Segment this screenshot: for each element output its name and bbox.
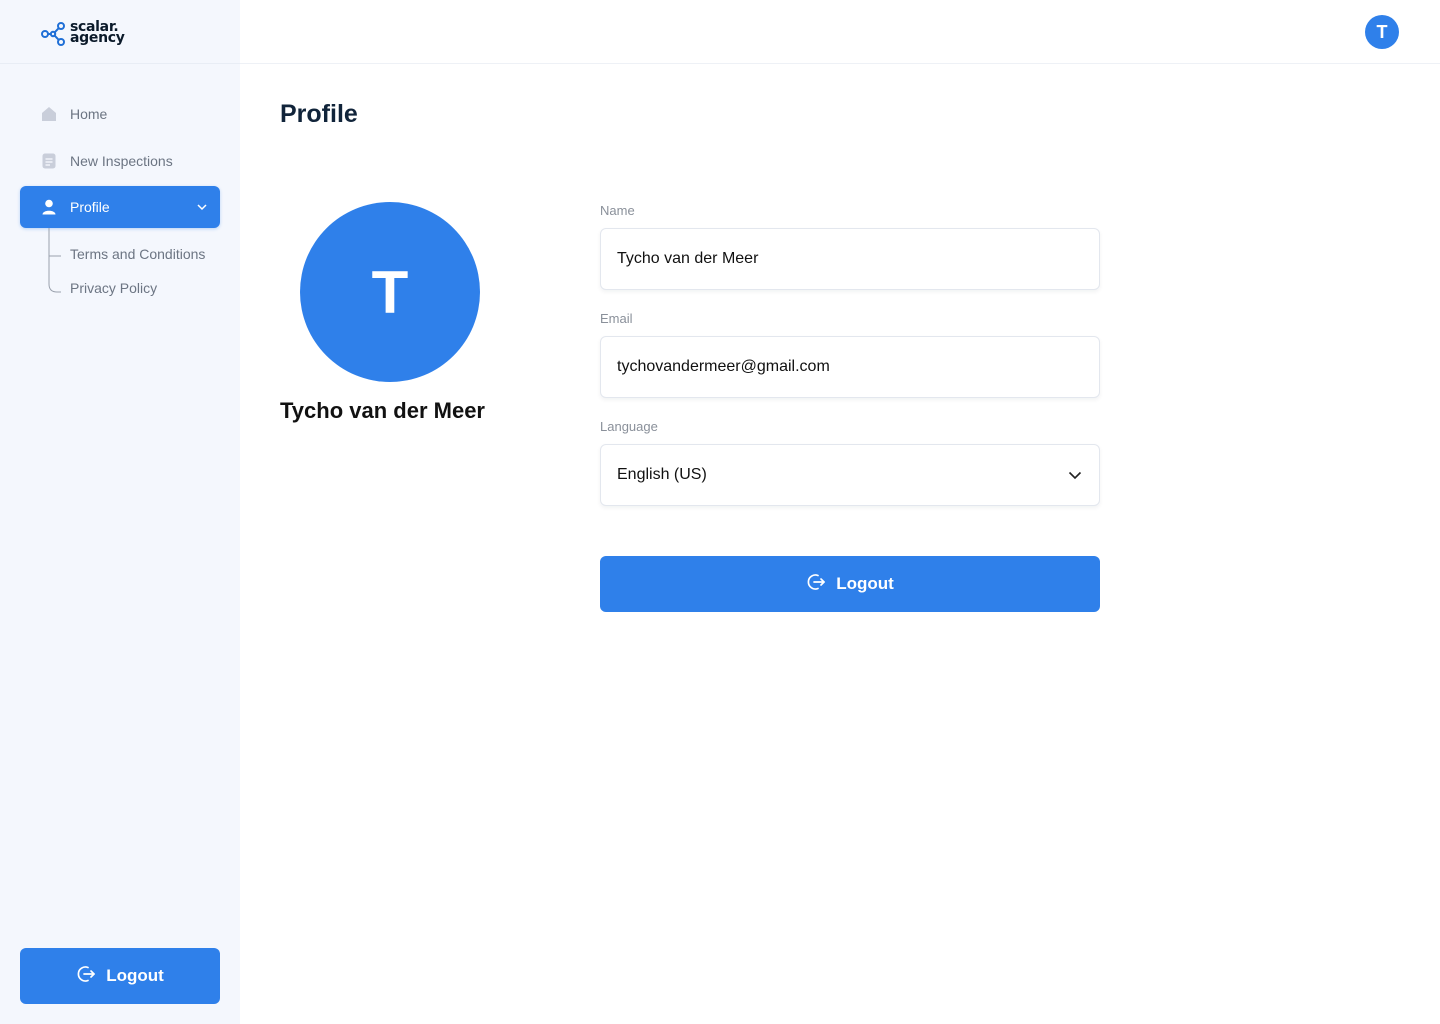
language-label: Language bbox=[600, 419, 658, 434]
logout-button-label: Logout bbox=[836, 574, 894, 593]
brand-line-2: agency bbox=[70, 30, 125, 46]
sidebar-logout-label: Logout bbox=[106, 966, 164, 985]
chevron-down-icon bbox=[1067, 467, 1083, 488]
sidebar-item-new-inspections[interactable]: New Inspections bbox=[20, 140, 220, 182]
sidebar-logout-button[interactable]: Logout bbox=[20, 948, 220, 1004]
profile-avatar: T bbox=[300, 202, 480, 382]
brand-logo[interactable]: scalar. agency bbox=[40, 18, 125, 48]
chevron-down-icon bbox=[196, 200, 208, 218]
profile-user-name: Tycho van der Meer bbox=[280, 398, 485, 423]
name-label: Name bbox=[600, 203, 635, 218]
top-bar: T bbox=[240, 0, 1440, 64]
language-select-value: English (US) bbox=[617, 466, 707, 483]
logout-icon bbox=[76, 964, 96, 989]
sidebar-item-profile[interactable]: Profile bbox=[20, 186, 220, 228]
email-label: Email bbox=[600, 311, 633, 326]
network-logo-icon bbox=[41, 22, 65, 46]
page-title: Profile bbox=[280, 100, 358, 128]
brand-name: scalar. agency bbox=[70, 20, 125, 46]
sidebar: scalar. agency Home New Inspections Prof… bbox=[0, 0, 240, 1024]
name-field-value: Tycho van der Meer bbox=[617, 250, 759, 267]
sidebar-item-home[interactable]: Home bbox=[20, 93, 220, 135]
logout-icon bbox=[806, 572, 826, 597]
document-icon bbox=[40, 152, 58, 170]
email-field[interactable]: tychovandermeer@gmail.com bbox=[600, 336, 1100, 398]
name-field[interactable]: Tycho van der Meer bbox=[600, 228, 1100, 290]
sidebar-subitem-privacy[interactable]: Privacy Policy bbox=[70, 280, 157, 296]
sidebar-item-label: Home bbox=[70, 106, 108, 122]
email-field-value: tychovandermeer@gmail.com bbox=[617, 358, 830, 375]
home-icon bbox=[40, 105, 58, 123]
sidebar-item-label: New Inspections bbox=[70, 153, 173, 169]
logout-button[interactable]: Logout bbox=[600, 556, 1100, 612]
sidebar-divider bbox=[0, 63, 240, 64]
sidebar-subitem-terms[interactable]: Terms and Conditions bbox=[70, 246, 205, 262]
user-avatar-button[interactable]: T bbox=[1365, 15, 1399, 49]
submenu-tree-lines bbox=[48, 228, 61, 293]
language-select[interactable]: English (US) bbox=[600, 444, 1100, 506]
user-icon bbox=[40, 198, 58, 216]
sidebar-item-label: Profile bbox=[70, 199, 110, 215]
